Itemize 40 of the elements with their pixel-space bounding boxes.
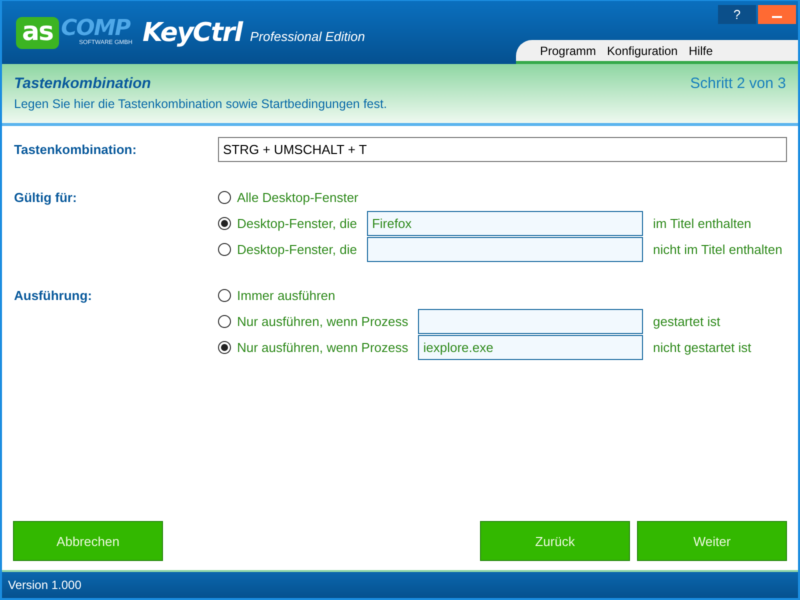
radio-option[interactable]: Alle Desktop-Fenster [218,185,787,210]
text-field[interactable] [366,237,643,262]
field-label: Tastenkombination: [13,141,138,157]
radio-button[interactable] [218,341,231,354]
minimize-button[interactable] [758,5,796,24]
menu-item[interactable]: Programm [540,44,596,58]
suffix-label: gestartet ist [653,314,722,329]
radio-button[interactable] [218,191,231,204]
radio-option[interactable]: Immer ausführen [218,283,787,308]
cancel-button[interactable]: Abbrechen [13,521,163,561]
step-indicator: Schritt 2 von 3 [690,75,786,94]
suffix-label: nicht im Titel enthalten [653,242,784,257]
text-field[interactable]: iexplore.exe [418,335,643,360]
product-name: KeyCtrl [142,18,242,48]
help-button[interactable]: ? [718,5,756,24]
suffix-label: im Titel enthalten [653,216,752,231]
text-field[interactable]: Firefox [366,211,643,236]
group-label: Gültig für: [13,189,78,205]
edition-label: Professional Edition [250,29,365,44]
page-title: Tastenkombination [14,75,152,92]
radio-button[interactable] [218,217,231,230]
suffix-label: nicht gestartet ist [653,340,752,355]
group-label: Ausführung: [13,287,93,303]
radio-button[interactable] [218,243,231,256]
next-button[interactable]: Weiter [637,521,787,561]
logo-mark: as [16,16,60,48]
menu-item[interactable]: Konfiguration [607,44,678,58]
menu-item[interactable]: Hilfe [688,44,713,58]
back-button[interactable]: Zurück [480,521,630,561]
radio-button[interactable] [218,289,231,302]
hotkey-field[interactable]: STRG + UMSCHALT + T [218,137,787,162]
radio-option[interactable]: Desktop-Fenster, die [218,211,357,236]
page-subtitle: Legen Sie hier die Tastenkombination sowie Startbedingungen fest. [14,97,387,111]
logo-word: COMP [61,18,130,40]
radio-option[interactable]: Nur ausführen, wenn Prozess [218,335,408,360]
radio-option[interactable]: Nur ausführen, wenn Prozess [218,309,408,334]
radio-option[interactable]: Desktop-Fenster, die [218,237,357,262]
radio-button[interactable] [218,315,231,328]
text-field[interactable] [418,309,643,334]
version-label: Version 1.000 [8,578,82,592]
